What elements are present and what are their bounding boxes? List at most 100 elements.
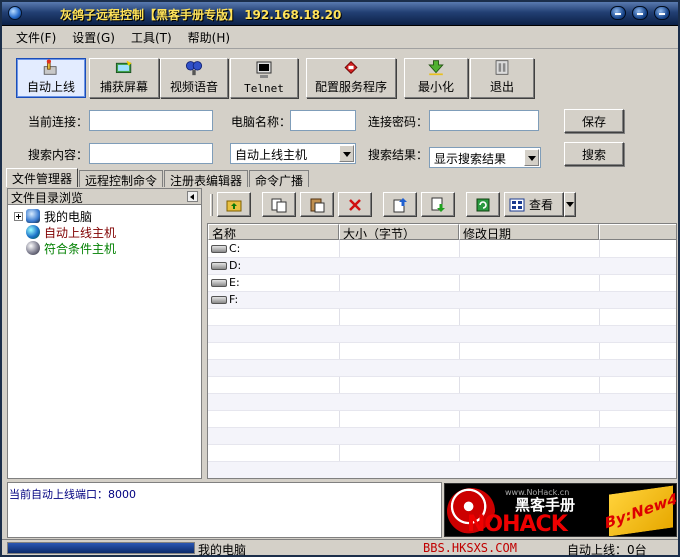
configure-server-button[interactable]: 配置服务程序 bbox=[306, 58, 396, 98]
table-row-empty bbox=[208, 343, 676, 360]
main-toolbar: 自动上线 捕获屏幕 视频语音 Telnet 配置服务程序 最小化 退出 bbox=[2, 51, 678, 101]
auto-online-icon bbox=[43, 59, 57, 75]
table-row[interactable]: F: bbox=[208, 292, 676, 309]
table-row-empty bbox=[208, 309, 676, 326]
tree-header: 文件目录浏览 bbox=[8, 189, 201, 205]
log-line: 当前自动上线端口：8000 bbox=[9, 486, 440, 502]
telnet-button[interactable]: Telnet bbox=[230, 58, 298, 98]
menu-help[interactable]: 帮助(H) bbox=[184, 27, 234, 48]
online-hosts-icon bbox=[26, 225, 40, 239]
matching-hosts-icon bbox=[26, 241, 40, 255]
close-window-icon[interactable] bbox=[654, 6, 670, 20]
menu-tools[interactable]: 工具(T) bbox=[127, 27, 176, 48]
expand-icon[interactable] bbox=[14, 211, 23, 221]
menu-settings[interactable]: 设置(G) bbox=[68, 27, 119, 48]
connection-password-field[interactable] bbox=[429, 110, 539, 131]
table-row-empty bbox=[208, 428, 676, 445]
view-button[interactable]: 查看 bbox=[504, 192, 564, 217]
status-computer: 我的电脑 bbox=[198, 543, 247, 557]
table-row-empty bbox=[208, 462, 676, 478]
chevron-down-icon[interactable] bbox=[524, 149, 539, 166]
view-label: 查看 bbox=[529, 198, 554, 212]
tab-remote-control[interactable]: 远程控制命令 bbox=[79, 170, 164, 188]
video-voice-label: 视频语音 bbox=[169, 80, 218, 94]
search-content-input[interactable] bbox=[89, 143, 213, 164]
collapse-panel-icon[interactable] bbox=[187, 191, 198, 202]
delete-button[interactable] bbox=[338, 192, 372, 217]
app-orb-icon[interactable] bbox=[8, 6, 22, 20]
maximize-window-icon[interactable] bbox=[632, 6, 648, 20]
status-online-count: 自动上线：0台 bbox=[567, 543, 647, 557]
log-line-label: 当前自动上线端口： bbox=[9, 488, 108, 501]
delete-icon bbox=[349, 198, 361, 211]
search-button[interactable]: 搜索 bbox=[564, 142, 624, 166]
view-dropdown-button[interactable] bbox=[564, 192, 576, 217]
log-line-value: 8000 bbox=[108, 488, 136, 501]
exit-icon bbox=[495, 60, 509, 75]
window-title: 灰鸽子远程控制【黑客手册专版】 192.168.18.20 bbox=[60, 6, 341, 23]
file-toolbar: 查看 bbox=[207, 188, 677, 221]
nohack-banner[interactable]: www.NoHack.cn 黑客手册 NOHACK By:New4 bbox=[444, 483, 677, 537]
table-row[interactable]: D: bbox=[208, 258, 676, 275]
tab-command-broadcast[interactable]: 命令广播 bbox=[249, 170, 310, 188]
auto-online-button[interactable]: 自动上线 bbox=[16, 58, 86, 98]
table-row[interactable]: C: bbox=[208, 241, 676, 258]
drive-cell: F: bbox=[211, 293, 238, 306]
telnet-icon bbox=[256, 61, 272, 78]
my-computer-icon bbox=[26, 209, 40, 223]
paste-button[interactable] bbox=[300, 192, 334, 217]
log-panel[interactable]: 当前自动上线端口：8000 bbox=[7, 482, 442, 538]
table-row-empty bbox=[208, 326, 676, 343]
drive-name: C: bbox=[229, 242, 241, 255]
title-bar[interactable]: 灰鸽子远程控制【黑客手册专版】 192.168.18.20 bbox=[2, 2, 678, 26]
paste-icon bbox=[310, 198, 325, 212]
refresh-button[interactable] bbox=[466, 192, 500, 217]
tab-registry-editor[interactable]: 注册表编辑器 bbox=[164, 170, 249, 188]
current-connection-field[interactable] bbox=[89, 110, 213, 131]
copy-button[interactable] bbox=[262, 192, 296, 217]
banner-signature-text: By:New4 bbox=[602, 489, 677, 533]
tree-item-matching-hosts[interactable]: 符合条件主机 bbox=[26, 240, 116, 256]
video-voice-button[interactable]: 视频语音 bbox=[160, 58, 228, 98]
drive-cell: C: bbox=[211, 242, 240, 255]
status-bar: 我的电脑 BBS.HKSXS.COM 自动上线：0台 bbox=[2, 539, 678, 557]
computer-name-field[interactable] bbox=[290, 110, 356, 131]
search-scope-select[interactable]: 自动上线主机 bbox=[230, 143, 356, 164]
menu-file[interactable]: 文件(F) bbox=[12, 27, 60, 48]
column-size[interactable]: 大小（字节） bbox=[339, 224, 459, 240]
up-folder-button[interactable] bbox=[217, 192, 251, 217]
table-row-empty bbox=[208, 377, 676, 394]
minimize-button[interactable]: 最小化 bbox=[404, 58, 468, 98]
tab-file-manager[interactable]: 文件管理器 bbox=[6, 168, 79, 187]
exit-button[interactable]: 退出 bbox=[470, 58, 534, 98]
tree-panel[interactable]: 文件目录浏览 我的电脑 自动上线主机 符合条件主机 bbox=[7, 188, 202, 479]
download-button[interactable] bbox=[421, 192, 455, 217]
minimize-window-icon[interactable] bbox=[610, 6, 626, 20]
capture-screen-button[interactable]: 捕获屏幕 bbox=[89, 58, 159, 98]
window-controls bbox=[610, 6, 670, 20]
drive-cell: E: bbox=[211, 276, 240, 289]
file-list-header: 名称 大小（字节） 修改日期 bbox=[208, 224, 676, 240]
refresh-icon bbox=[476, 198, 490, 211]
column-name[interactable]: 名称 bbox=[208, 224, 339, 240]
computer-name-label: 电脑名称： bbox=[231, 115, 292, 129]
save-button[interactable]: 保存 bbox=[564, 109, 624, 133]
drive-icon bbox=[211, 295, 227, 304]
telnet-label: Telnet bbox=[244, 82, 284, 95]
toolbar-grip[interactable] bbox=[210, 194, 213, 216]
column-modified[interactable]: 修改日期 bbox=[459, 224, 599, 240]
upload-button[interactable] bbox=[383, 192, 417, 217]
chevron-down-icon[interactable] bbox=[339, 145, 354, 162]
status-url[interactable]: BBS.HKSXS.COM bbox=[423, 541, 517, 555]
tree-header-label: 文件目录浏览 bbox=[11, 191, 84, 205]
drive-icon bbox=[211, 261, 227, 270]
tree-item-my-computer[interactable]: 我的电脑 bbox=[14, 208, 92, 224]
main-window: 灰鸽子远程控制【黑客手册专版】 192.168.18.20 文件(F) 设置(G… bbox=[0, 0, 680, 557]
drive-name: E: bbox=[229, 276, 240, 289]
capture-screen-icon bbox=[115, 60, 132, 74]
search-result-select[interactable]: 显示搜索结果 bbox=[429, 147, 541, 168]
tab-strip: 文件管理器 远程控制命令 注册表编辑器 命令广播 bbox=[6, 168, 310, 188]
tree-item-online-hosts[interactable]: 自动上线主机 bbox=[26, 224, 116, 240]
table-row[interactable]: E: bbox=[208, 275, 676, 292]
file-list[interactable]: 名称 大小（字节） 修改日期 C: D: E: F: bbox=[207, 223, 677, 479]
